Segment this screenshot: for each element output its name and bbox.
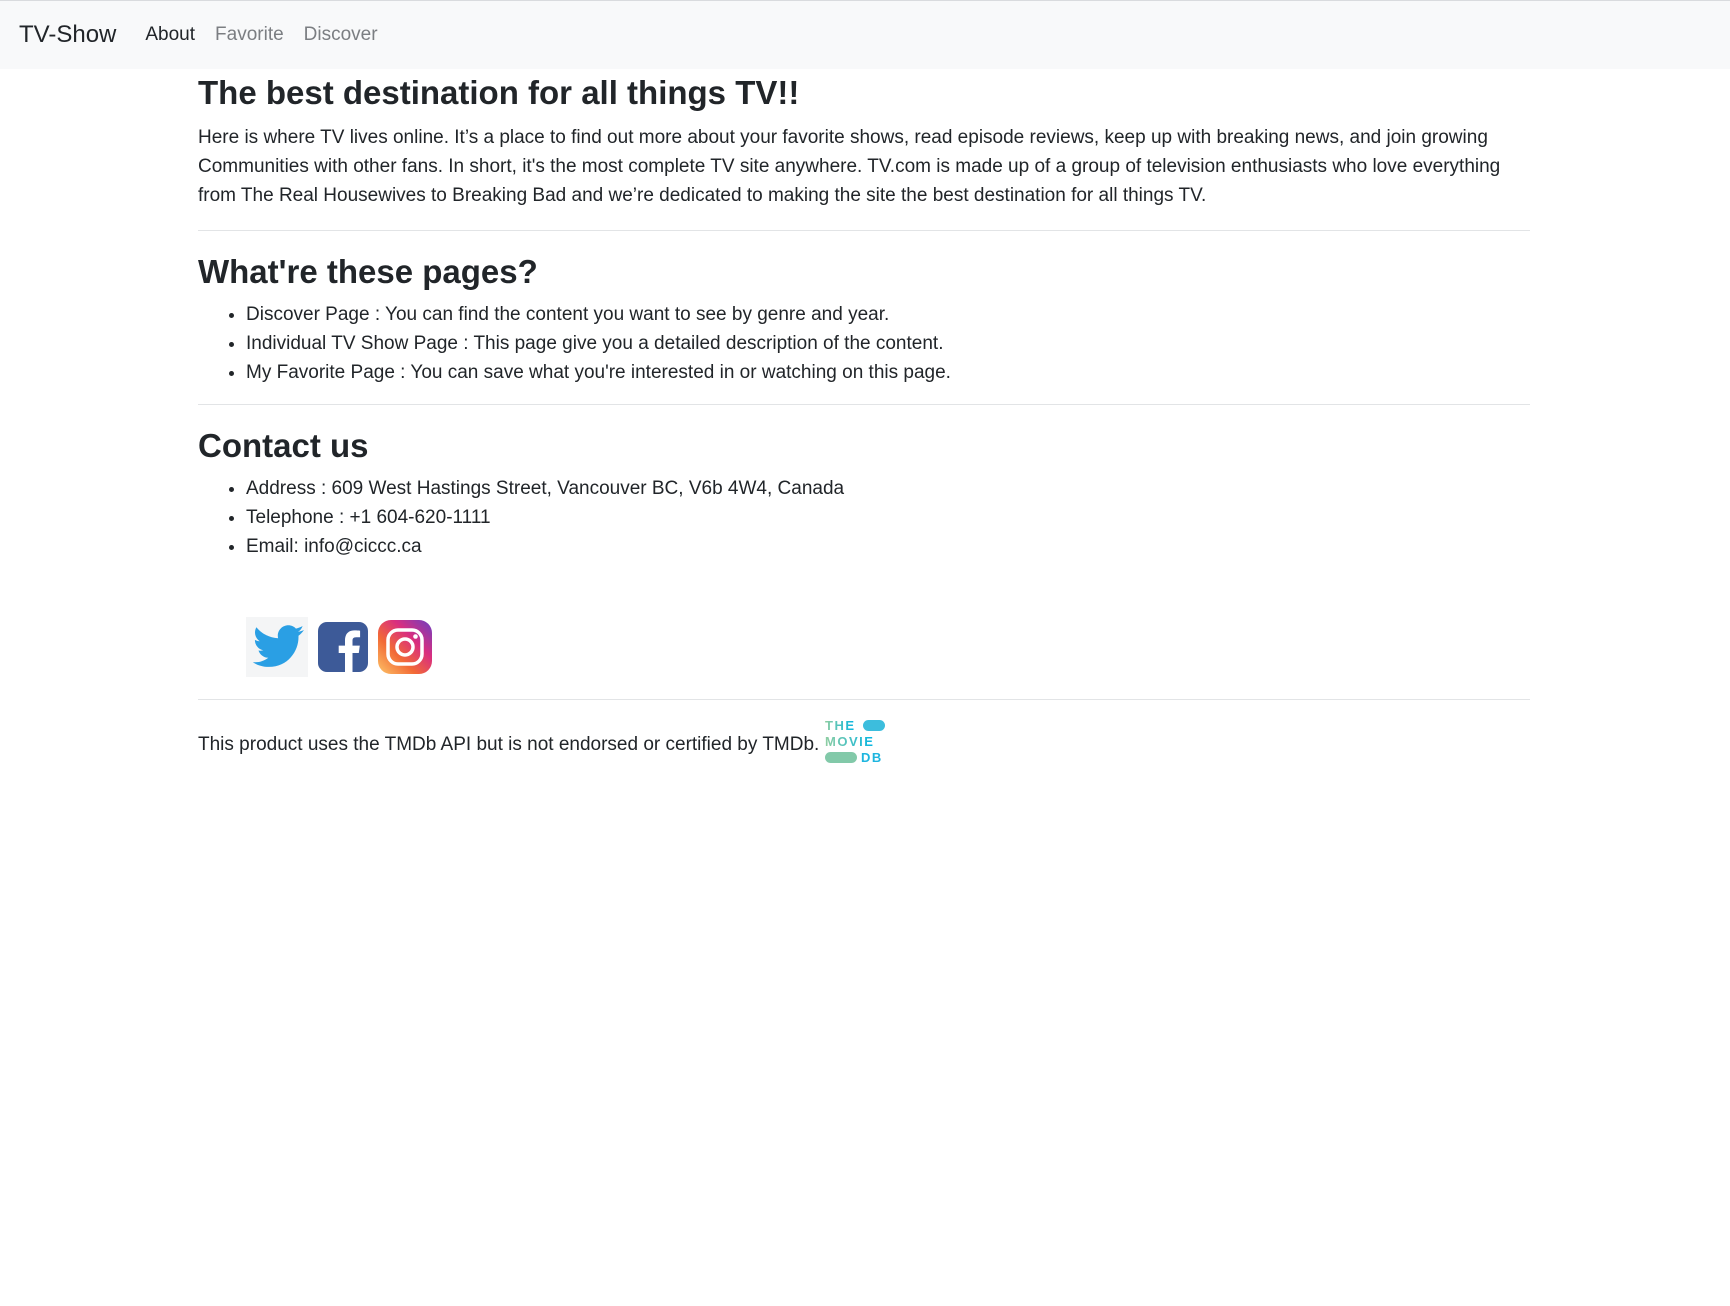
tmdb-logo-line2: MOVIE [825,734,874,749]
instagram-link[interactable] [378,619,432,679]
facebook-link[interactable] [318,621,368,677]
footer: This product uses the TMDb API but is no… [198,718,1530,772]
list-item: Discover Page : You can find the content… [246,300,1530,329]
contact-heading: Contact us [198,427,369,464]
divider [198,699,1530,700]
social-links [246,616,1530,682]
brand-link[interactable]: TV-Show [19,23,116,47]
pages-heading: What're these pages? [198,253,538,290]
page-title: The best destination for all things TV!! [198,74,800,111]
list-item: My Favorite Page : You can save what you… [246,358,1530,387]
footer-text: This product uses the TMDb API but is no… [198,734,820,755]
nav-link-discover[interactable]: Discover [304,24,378,46]
instagram-icon [378,619,432,674]
list-item: Individual TV Show Page : This page give… [246,329,1530,358]
divider [198,230,1530,231]
nav-links: About Favorite Discover [145,24,397,46]
nav-link-favorite[interactable]: Favorite [215,24,284,46]
main-content: The best destination for all things TV!!… [198,69,1530,772]
contact-list: Address : 609 West Hastings Street, Vanc… [198,474,1530,561]
email-item: Email: info@ciccc.ca [246,532,1530,561]
divider [198,404,1530,405]
twitter-icon [246,616,308,677]
nav-link-about[interactable]: About [145,24,195,46]
address-item: Address : 609 West Hastings Street, Vanc… [246,474,1530,503]
tmdb-logo-line1: THE [825,718,856,733]
telephone-item: Telephone : +1 604-620-1111 [246,503,1530,532]
navbar: TV-Show About Favorite Discover [0,1,1730,69]
facebook-icon [318,621,368,672]
twitter-link[interactable] [246,616,308,682]
intro-paragraph: Here is where TV lives online. It’s a pl… [198,127,1501,206]
pages-list: Discover Page : You can find the content… [198,300,1530,387]
tmdb-logo-line3: DB [861,750,883,765]
tmdb-logo[interactable]: THE MOVIE DB [825,718,887,772]
